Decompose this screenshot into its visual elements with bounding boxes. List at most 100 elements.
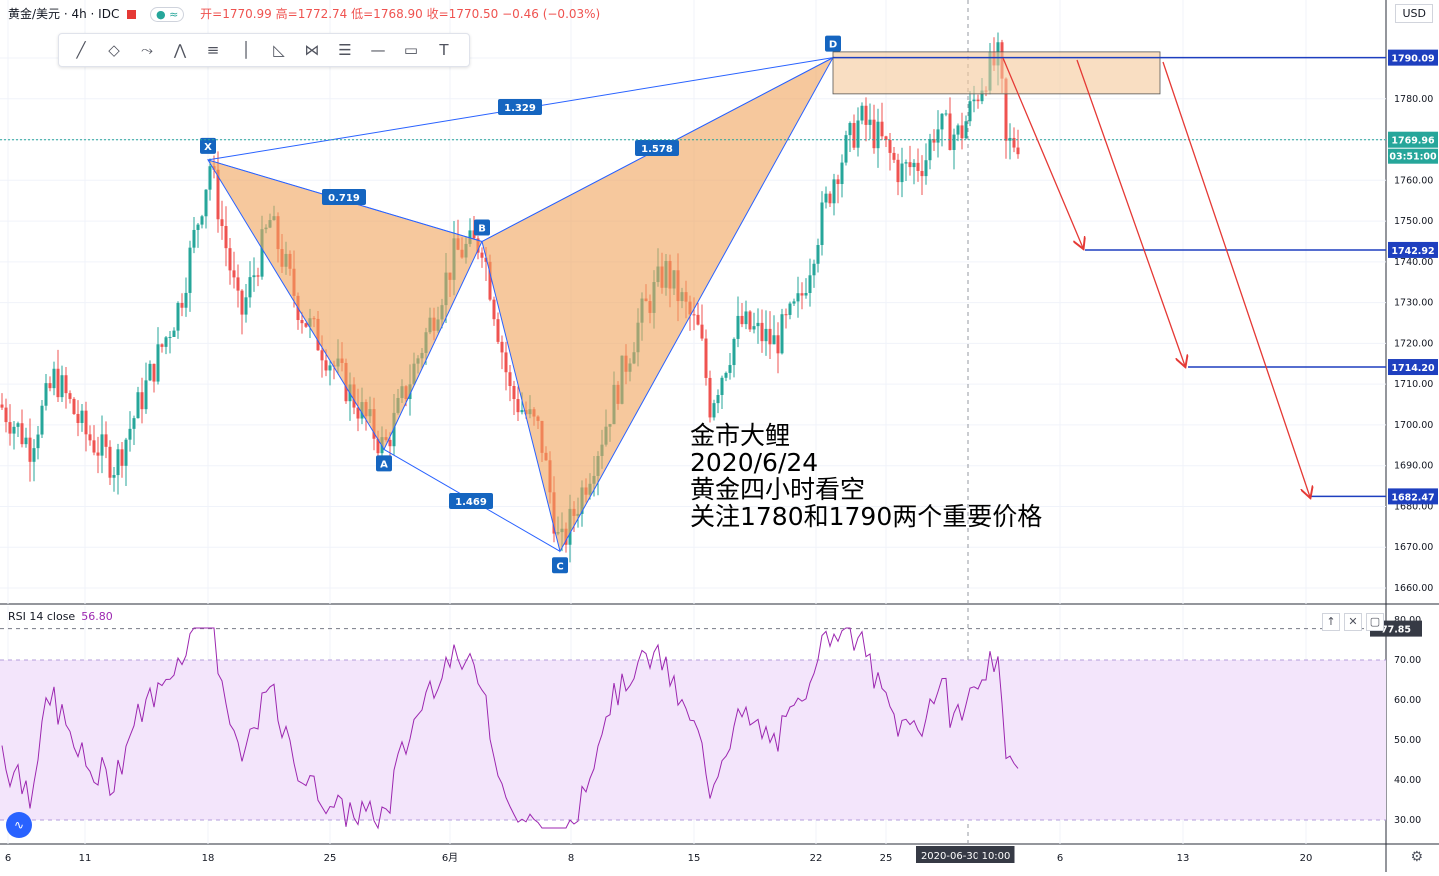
rsi-value: 56.80: [81, 610, 113, 623]
candle-body: [692, 314, 696, 316]
candle-body: [828, 193, 832, 204]
candle-body: [320, 350, 324, 361]
candle-body: [236, 277, 240, 291]
pane-maximize-icon[interactable]: ▢: [1366, 613, 1384, 631]
candle-body: [300, 320, 304, 324]
price-tick: 1760.00: [1394, 175, 1433, 186]
candle-body: [868, 119, 872, 125]
rsi-tick: 30.00: [1394, 815, 1421, 826]
time-tick: 25: [880, 853, 893, 864]
candle-body: [768, 328, 772, 345]
pattern-point-label: A: [380, 459, 388, 470]
candle-body: [120, 449, 124, 466]
time-tick: 25: [324, 853, 337, 864]
level-price-label: 1742.92: [1391, 246, 1434, 257]
level-price-label: 1714.20: [1391, 363, 1435, 374]
candle-body: [4, 407, 8, 423]
candle-body: [752, 326, 756, 330]
candle-body: [224, 226, 228, 249]
countdown-label: 03:51:00: [1389, 152, 1437, 163]
candle-body: [700, 324, 704, 339]
candle-body: [956, 125, 960, 135]
currency-button[interactable]: USD: [1395, 4, 1433, 23]
ohlc-readout: 开=1770.99 高=1772.74 低=1768.90 收=1770.50 …: [200, 7, 601, 21]
candle-body: [972, 99, 976, 102]
time-tick: 6: [1057, 853, 1063, 864]
ratio-label: 0.719: [328, 193, 360, 204]
candle-body: [92, 440, 96, 453]
candle-body: [820, 202, 824, 246]
crosshair-time-label: 10:00: [982, 851, 1011, 862]
candle-body: [880, 121, 884, 137]
candle-body: [48, 383, 52, 389]
brush-icon[interactable]: ◇: [104, 40, 124, 60]
time-tick: 6月: [442, 852, 458, 864]
candle-body: [776, 335, 780, 354]
candle-body: [228, 248, 232, 271]
path-icon[interactable]: ⤳: [137, 40, 157, 60]
gann-icon[interactable]: ☰: [335, 40, 355, 60]
candle-body: [516, 399, 520, 413]
symbol-label[interactable]: 黄金/美元 · 4h · IDC: [8, 7, 119, 21]
candle-body: [836, 179, 840, 185]
candle-body: [728, 365, 732, 373]
rsi-pane-buttons: ↑ ✕ ▢: [1318, 610, 1384, 631]
tradingview-logo-icon[interactable]: ∿: [6, 812, 32, 838]
gear-icon[interactable]: ⚙: [1410, 849, 1423, 865]
rect-icon[interactable]: ▭: [401, 40, 421, 60]
triangle-icon[interactable]: ◺: [269, 40, 289, 60]
pattern-icon[interactable]: ⋀: [170, 40, 190, 60]
price-tick: 1660.00: [1394, 583, 1433, 594]
candle-body: [176, 302, 180, 331]
level-price-label: 1790.09: [1391, 54, 1434, 65]
candle-body: [760, 322, 764, 342]
level-price-label: 1682.47: [1391, 492, 1434, 503]
candle-body: [108, 446, 112, 478]
candle-body: [928, 139, 932, 161]
candle-body: [188, 247, 192, 293]
xabcd-icon[interactable]: ⋈: [302, 40, 322, 60]
candle-body: [112, 475, 116, 478]
time-tick: 18: [202, 853, 215, 864]
note-line-1: 金市大鲤: [690, 421, 791, 450]
candle-body: [924, 160, 928, 177]
note-line-4: 关注1780和1790两个重要价格: [690, 502, 1043, 531]
candle-body: [172, 330, 176, 337]
candle-body: [84, 410, 88, 435]
candle-body: [68, 393, 72, 399]
candle-body: [904, 162, 908, 164]
ratio-label: 1.578: [641, 144, 673, 155]
text-icon[interactable]: T: [434, 40, 454, 60]
time-tick: 6: [5, 853, 11, 864]
pane-up-icon[interactable]: ↑: [1322, 613, 1340, 631]
price-tick: 1730.00: [1394, 298, 1433, 309]
candle-body: [888, 139, 892, 153]
fib-icon[interactable]: ≡: [203, 40, 223, 60]
candle-body: [328, 365, 332, 371]
candle-body: [916, 162, 920, 171]
candle-body: [744, 311, 748, 325]
candle-body: [712, 403, 716, 418]
status-pill[interactable]: ● ≈: [150, 7, 185, 22]
time-tick: 8: [568, 853, 574, 864]
trend-line-icon[interactable]: ╱: [71, 40, 91, 60]
candle-body: [704, 338, 708, 378]
candle-body: [912, 162, 916, 168]
candle-body: [496, 319, 500, 342]
vline-icon[interactable]: │: [236, 40, 256, 60]
rsi-title[interactable]: RSI 14 close: [8, 610, 75, 623]
hline-icon[interactable]: —: [368, 40, 388, 60]
candle-body: [252, 275, 256, 278]
candle-body: [140, 392, 144, 410]
current-price-label: 1769.96: [1391, 136, 1435, 147]
candle-body: [908, 162, 912, 168]
candle-body: [508, 372, 512, 386]
candle-body: [196, 224, 200, 230]
price-tick: 1710.00: [1394, 379, 1433, 390]
drawing-toolbar: ╱ ◇ ⤳ ⋀ ≡ │ ◺ ⋈ ☰ — ▭ T: [58, 33, 470, 67]
candle-body: [388, 439, 392, 447]
pane-close-icon[interactable]: ✕: [1344, 613, 1362, 631]
candle-body: [180, 302, 184, 308]
rsi-badge-label: 77.85: [1381, 625, 1411, 636]
candle-body: [976, 99, 980, 102]
